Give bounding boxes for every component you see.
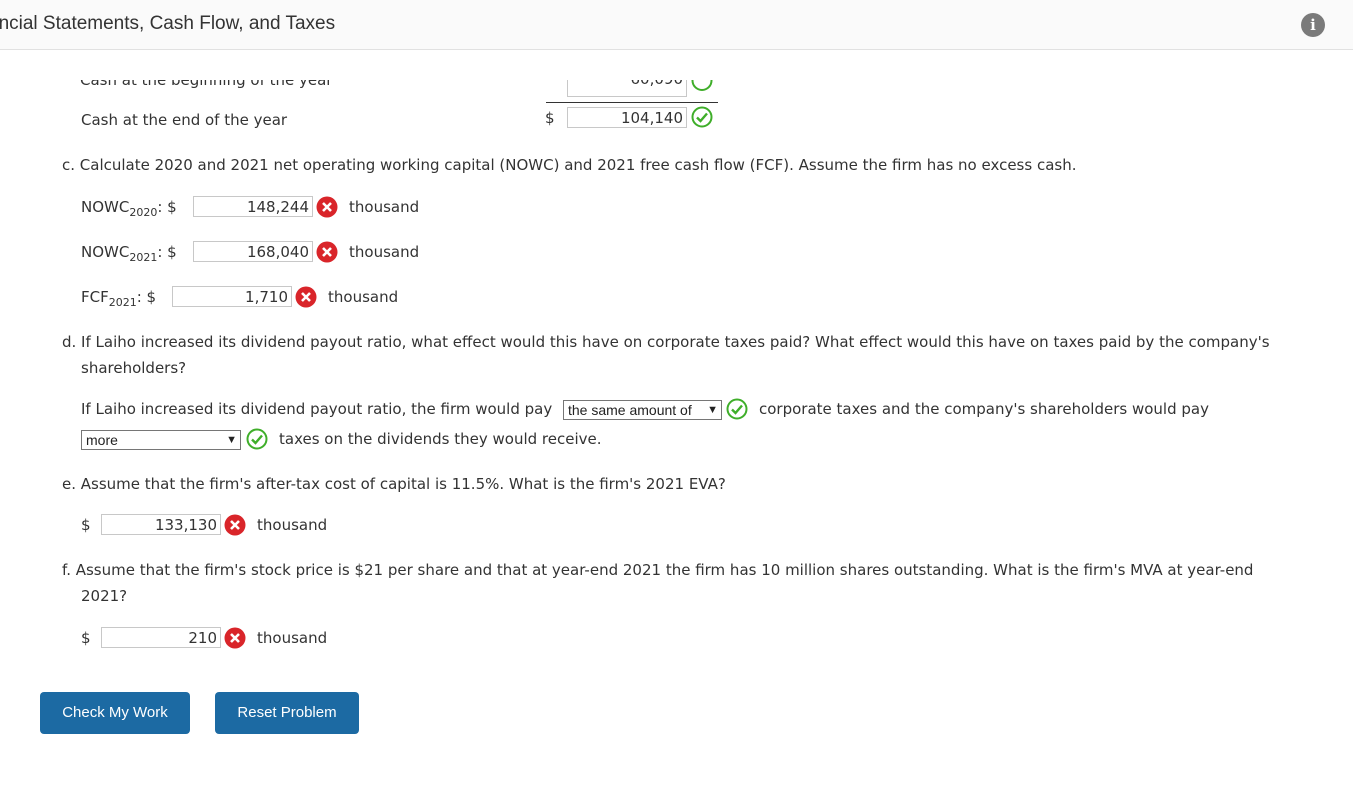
page-title: ancial Statements, Cash Flow, and Taxes xyxy=(0,13,336,34)
shareholder-tax-select[interactable]: more ▼ xyxy=(81,430,241,450)
cash-beginning-input[interactable]: 60,090 xyxy=(567,80,687,97)
eva-input[interactable]: 133,130 xyxy=(101,514,221,535)
eva-currency: $ xyxy=(81,516,91,534)
total-rule xyxy=(546,102,718,103)
part-d-question: d. If Laiho increased its dividend payou… xyxy=(62,333,1270,351)
info-icon[interactable]: i xyxy=(1301,13,1325,37)
nowc2020-unit: thousand xyxy=(349,198,420,216)
part-f-question-cont: 2021? xyxy=(81,587,128,605)
fcf2021-unit: thousand xyxy=(328,288,399,306)
mva-currency: $ xyxy=(81,629,91,647)
incorrect-icon xyxy=(224,627,246,649)
mva-input[interactable]: 210 xyxy=(101,627,221,648)
eva-unit: thousand xyxy=(257,516,328,534)
part-d-question-cont: shareholders? xyxy=(81,359,187,377)
part-d-sentence-mid: corporate taxes and the company's shareh… xyxy=(759,400,1209,418)
incorrect-icon xyxy=(316,241,338,263)
nowc2020-label: NOWC2020: $ xyxy=(81,198,177,219)
part-e-question: e. Assume that the firm's after-tax cost… xyxy=(62,475,726,493)
cash-ending-label: Cash at the end of the year xyxy=(81,111,288,129)
part-d-sentence-start: If Laiho increased its dividend payout r… xyxy=(81,400,553,418)
nowc2021-label: NOWC2021: $ xyxy=(81,243,177,264)
mva-unit: thousand xyxy=(257,629,328,647)
check-icon xyxy=(691,106,713,128)
part-f-question: f. Assume that the firm's stock price is… xyxy=(62,561,1254,579)
header-bar: ancial Statements, Cash Flow, and Taxes … xyxy=(0,0,1353,50)
incorrect-icon xyxy=(295,286,317,308)
nowc2021-unit: thousand xyxy=(349,243,420,261)
part-d-sentence-end: taxes on the dividends they would receiv… xyxy=(279,430,602,448)
check-icon xyxy=(726,398,748,420)
part-c-question: c. Calculate 2020 and 2021 net operating… xyxy=(62,156,1077,174)
nowc2020-input[interactable]: 148,244 xyxy=(193,196,313,217)
check-icon xyxy=(691,80,713,91)
incorrect-icon xyxy=(316,196,338,218)
check-icon xyxy=(246,428,268,450)
nowc2021-input[interactable]: 168,040 xyxy=(193,241,313,262)
corporate-tax-select[interactable]: the same amount of ▼ xyxy=(563,400,722,420)
check-my-work-button[interactable]: Check My Work xyxy=(40,692,190,734)
currency-sign: $ xyxy=(545,109,555,127)
chevron-down-icon: ▼ xyxy=(707,404,718,416)
incorrect-icon xyxy=(224,514,246,536)
fcf2021-input[interactable]: 1,710 xyxy=(172,286,292,307)
reset-problem-button[interactable]: Reset Problem xyxy=(215,692,359,734)
fcf2021-label: FCF2021: $ xyxy=(81,288,157,309)
cash-beginning-label: Cash at the beginning of the year xyxy=(80,80,333,89)
cash-ending-input[interactable]: 104,140 xyxy=(567,107,687,128)
chevron-down-icon: ▼ xyxy=(226,434,237,446)
